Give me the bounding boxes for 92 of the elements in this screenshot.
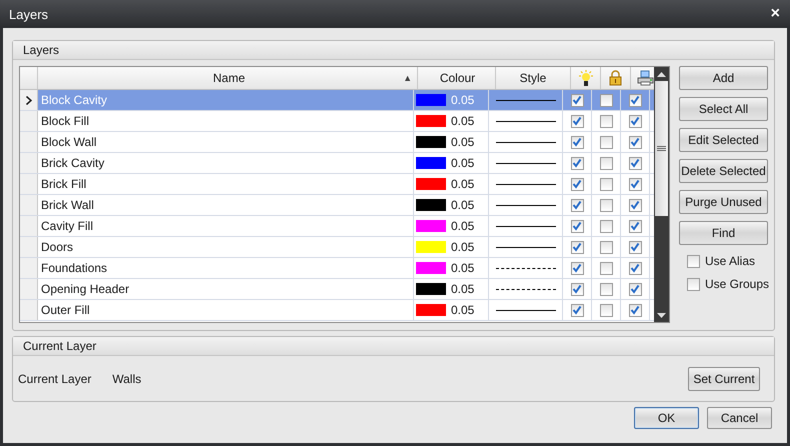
checkbox[interactable] <box>628 262 642 274</box>
checkbox[interactable] <box>600 156 612 170</box>
checkbox[interactable] <box>628 114 642 128</box>
padlock-icon <box>609 70 622 86</box>
layer-name: Cavity Fill <box>38 216 414 236</box>
layer-name: Brick Fill <box>38 174 414 194</box>
field-label: Current Layer <box>18 372 92 386</box>
line-width: 0.05 <box>451 303 474 317</box>
scroll-thumb[interactable] <box>655 81 668 216</box>
checkbox[interactable] <box>628 136 642 148</box>
checkbox[interactable] <box>600 304 612 316</box>
layer-name: Doors <box>38 237 414 257</box>
lightbulb-icon <box>578 70 592 86</box>
layer-row[interactable]: Block Wall 0.05 <box>20 132 654 153</box>
checkbox[interactable] <box>570 178 584 190</box>
checkbox[interactable] <box>570 240 584 254</box>
checkbox[interactable] <box>570 220 584 232</box>
layer-name: Block Wall <box>38 132 414 152</box>
line-width: 0.05 <box>451 198 474 212</box>
action-button[interactable]: Find <box>679 221 768 245</box>
checkbox[interactable] <box>687 278 700 290</box>
layer-name: Outer Fill <box>38 300 414 320</box>
layer-name: Brick Cavity <box>38 153 414 173</box>
dialog-button[interactable]: Cancel <box>707 407 772 429</box>
checkbox[interactable] <box>570 198 584 212</box>
layer-name: Foundations <box>38 258 414 278</box>
close-button[interactable]: × <box>768 6 782 22</box>
action-button[interactable]: Select All <box>679 97 768 121</box>
line-width: 0.05 <box>451 114 474 128</box>
checkbox[interactable] <box>600 282 612 296</box>
layer-row[interactable]: Outer Fill 0.05 <box>20 300 654 321</box>
checkbox[interactable] <box>628 198 642 212</box>
layer-row[interactable]: Doors 0.05 <box>20 237 654 258</box>
option-label: Use Groups <box>705 277 770 291</box>
checkbox[interactable] <box>600 220 612 232</box>
checkbox[interactable] <box>600 198 612 212</box>
window-title: Layers <box>9 6 48 22</box>
line-width: 0.05 <box>451 261 474 275</box>
layer-row[interactable]: Brick Wall 0.05 <box>20 195 654 216</box>
panel-title: Layers <box>23 43 60 57</box>
layer-row[interactable]: Foundations 0.05 <box>20 258 654 279</box>
layer-name: Block Cavity <box>38 90 414 110</box>
line-width: 0.05 <box>451 135 474 149</box>
column-header[interactable]: Style <box>496 67 571 89</box>
layer-name: Opening Header <box>38 279 414 299</box>
layer-row[interactable]: Brick Fill 0.05 <box>20 174 654 195</box>
checkbox[interactable] <box>600 240 612 254</box>
checkbox[interactable] <box>628 282 642 296</box>
checkbox[interactable] <box>628 178 642 190</box>
checkbox[interactable] <box>570 114 584 128</box>
action-button[interactable]: Add <box>679 66 768 90</box>
checkbox[interactable] <box>570 94 584 106</box>
checkbox[interactable] <box>600 178 612 190</box>
layer-row[interactable]: Opening Header 0.05 <box>20 279 654 300</box>
set-current-button[interactable]: Set Current <box>688 366 760 390</box>
checkbox[interactable] <box>687 254 700 268</box>
action-button[interactable]: Delete Selected <box>679 159 768 183</box>
checkbox[interactable] <box>628 156 642 170</box>
line-width: 0.05 <box>451 240 474 254</box>
current-row-icon <box>26 96 32 104</box>
layer-name: Brick Wall <box>38 195 414 215</box>
checkbox[interactable] <box>628 240 642 254</box>
line-width: 0.05 <box>451 177 474 191</box>
checkbox[interactable] <box>570 304 584 316</box>
option-label: Use Alias <box>705 254 756 268</box>
checkbox[interactable] <box>600 262 612 274</box>
column-header[interactable]: Colour <box>418 67 496 89</box>
checkbox[interactable] <box>600 136 612 148</box>
current-layer-value: Walls <box>112 372 142 386</box>
layer-row[interactable]: Brick Cavity 0.05 <box>20 153 654 174</box>
dialog-button[interactable]: OK <box>634 407 699 429</box>
checkbox[interactable] <box>628 220 642 232</box>
panel-title: Current Layer <box>23 339 96 353</box>
checkbox[interactable] <box>570 156 584 170</box>
column-header[interactable]: Name ▲ <box>38 67 418 89</box>
layer-row[interactable]: Cavity Fill 0.05 <box>20 216 654 237</box>
checkbox[interactable] <box>570 262 584 274</box>
line-width: 0.05 <box>451 219 474 233</box>
action-button[interactable]: Edit Selected <box>679 128 768 152</box>
checkbox[interactable] <box>600 114 612 128</box>
line-width: 0.05 <box>451 156 474 170</box>
layer-name: Block Fill <box>38 111 414 131</box>
checkbox[interactable] <box>600 94 612 106</box>
checkbox[interactable] <box>628 94 642 106</box>
scrollbar[interactable] <box>654 67 669 322</box>
action-button[interactable]: Purge Unused <box>679 190 768 214</box>
line-width: 0.05 <box>451 93 474 107</box>
checkbox[interactable] <box>570 282 584 296</box>
layer-row[interactable]: Block Fill 0.05 <box>20 111 654 132</box>
checkbox[interactable] <box>570 136 584 148</box>
checkbox[interactable] <box>628 304 642 316</box>
line-width: 0.05 <box>451 282 474 296</box>
